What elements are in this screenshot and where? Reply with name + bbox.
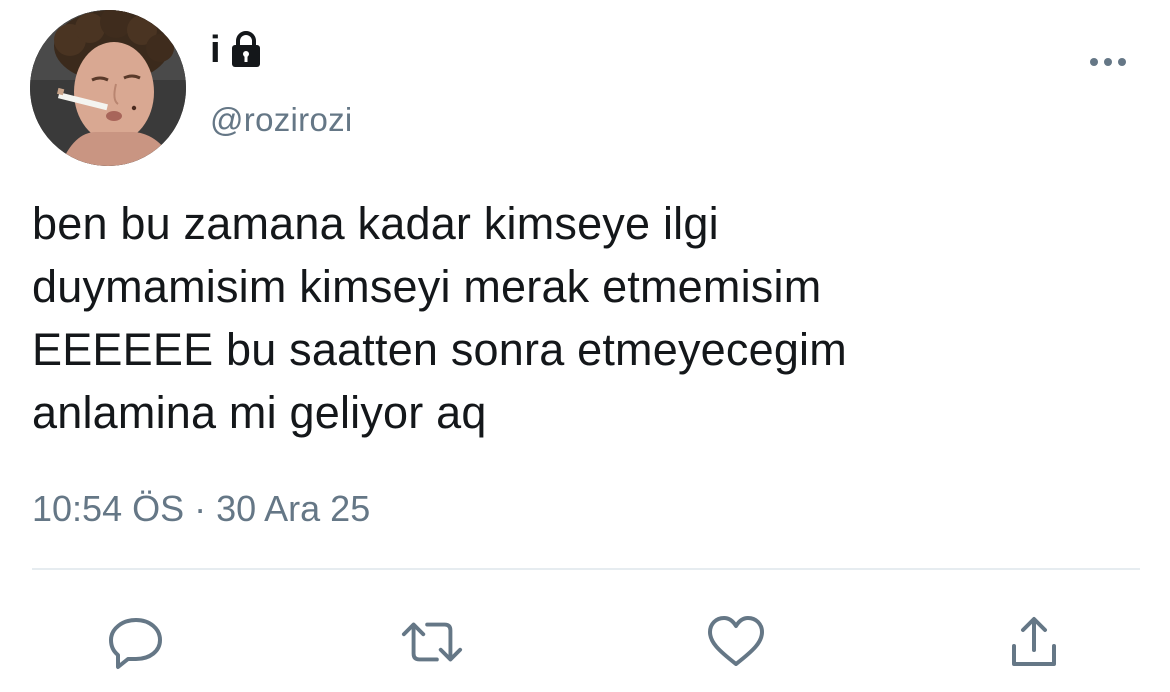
share-button[interactable] [1002, 612, 1066, 672]
retweet-icon [401, 622, 463, 662]
user-handle[interactable]: @rozirozi [210, 98, 353, 142]
like-button[interactable] [704, 612, 768, 672]
tweet-text: ben bu zamana kadar kimseye ilgi duymami… [32, 192, 1142, 444]
lock-icon [229, 30, 263, 70]
tweet-timestamp[interactable]: 10:54 ÖS · 30 Ara 25 [32, 486, 370, 532]
retweet-button[interactable] [400, 612, 464, 672]
avatar[interactable] [30, 10, 186, 166]
divider [32, 568, 1140, 570]
tweet-text-line: anlamina mi geliyor aq [32, 387, 487, 438]
display-name[interactable]: i [210, 28, 221, 72]
reply-icon [109, 618, 162, 669]
author-name-row[interactable]: i [210, 28, 263, 72]
reply-button[interactable] [104, 612, 168, 672]
tweet-text-line: duymamisim kimseyi merak etmemisim [32, 261, 822, 312]
avatar-image [30, 10, 186, 166]
tweet-text-line: ben bu zamana kadar kimseye ilgi [32, 198, 719, 249]
share-icon [1012, 617, 1056, 666]
tweet-text-line: EEEEEE bu saatten sonra etmeyecegim [32, 324, 847, 375]
more-horizontal-icon[interactable] [1086, 50, 1130, 74]
heart-icon [708, 616, 764, 666]
